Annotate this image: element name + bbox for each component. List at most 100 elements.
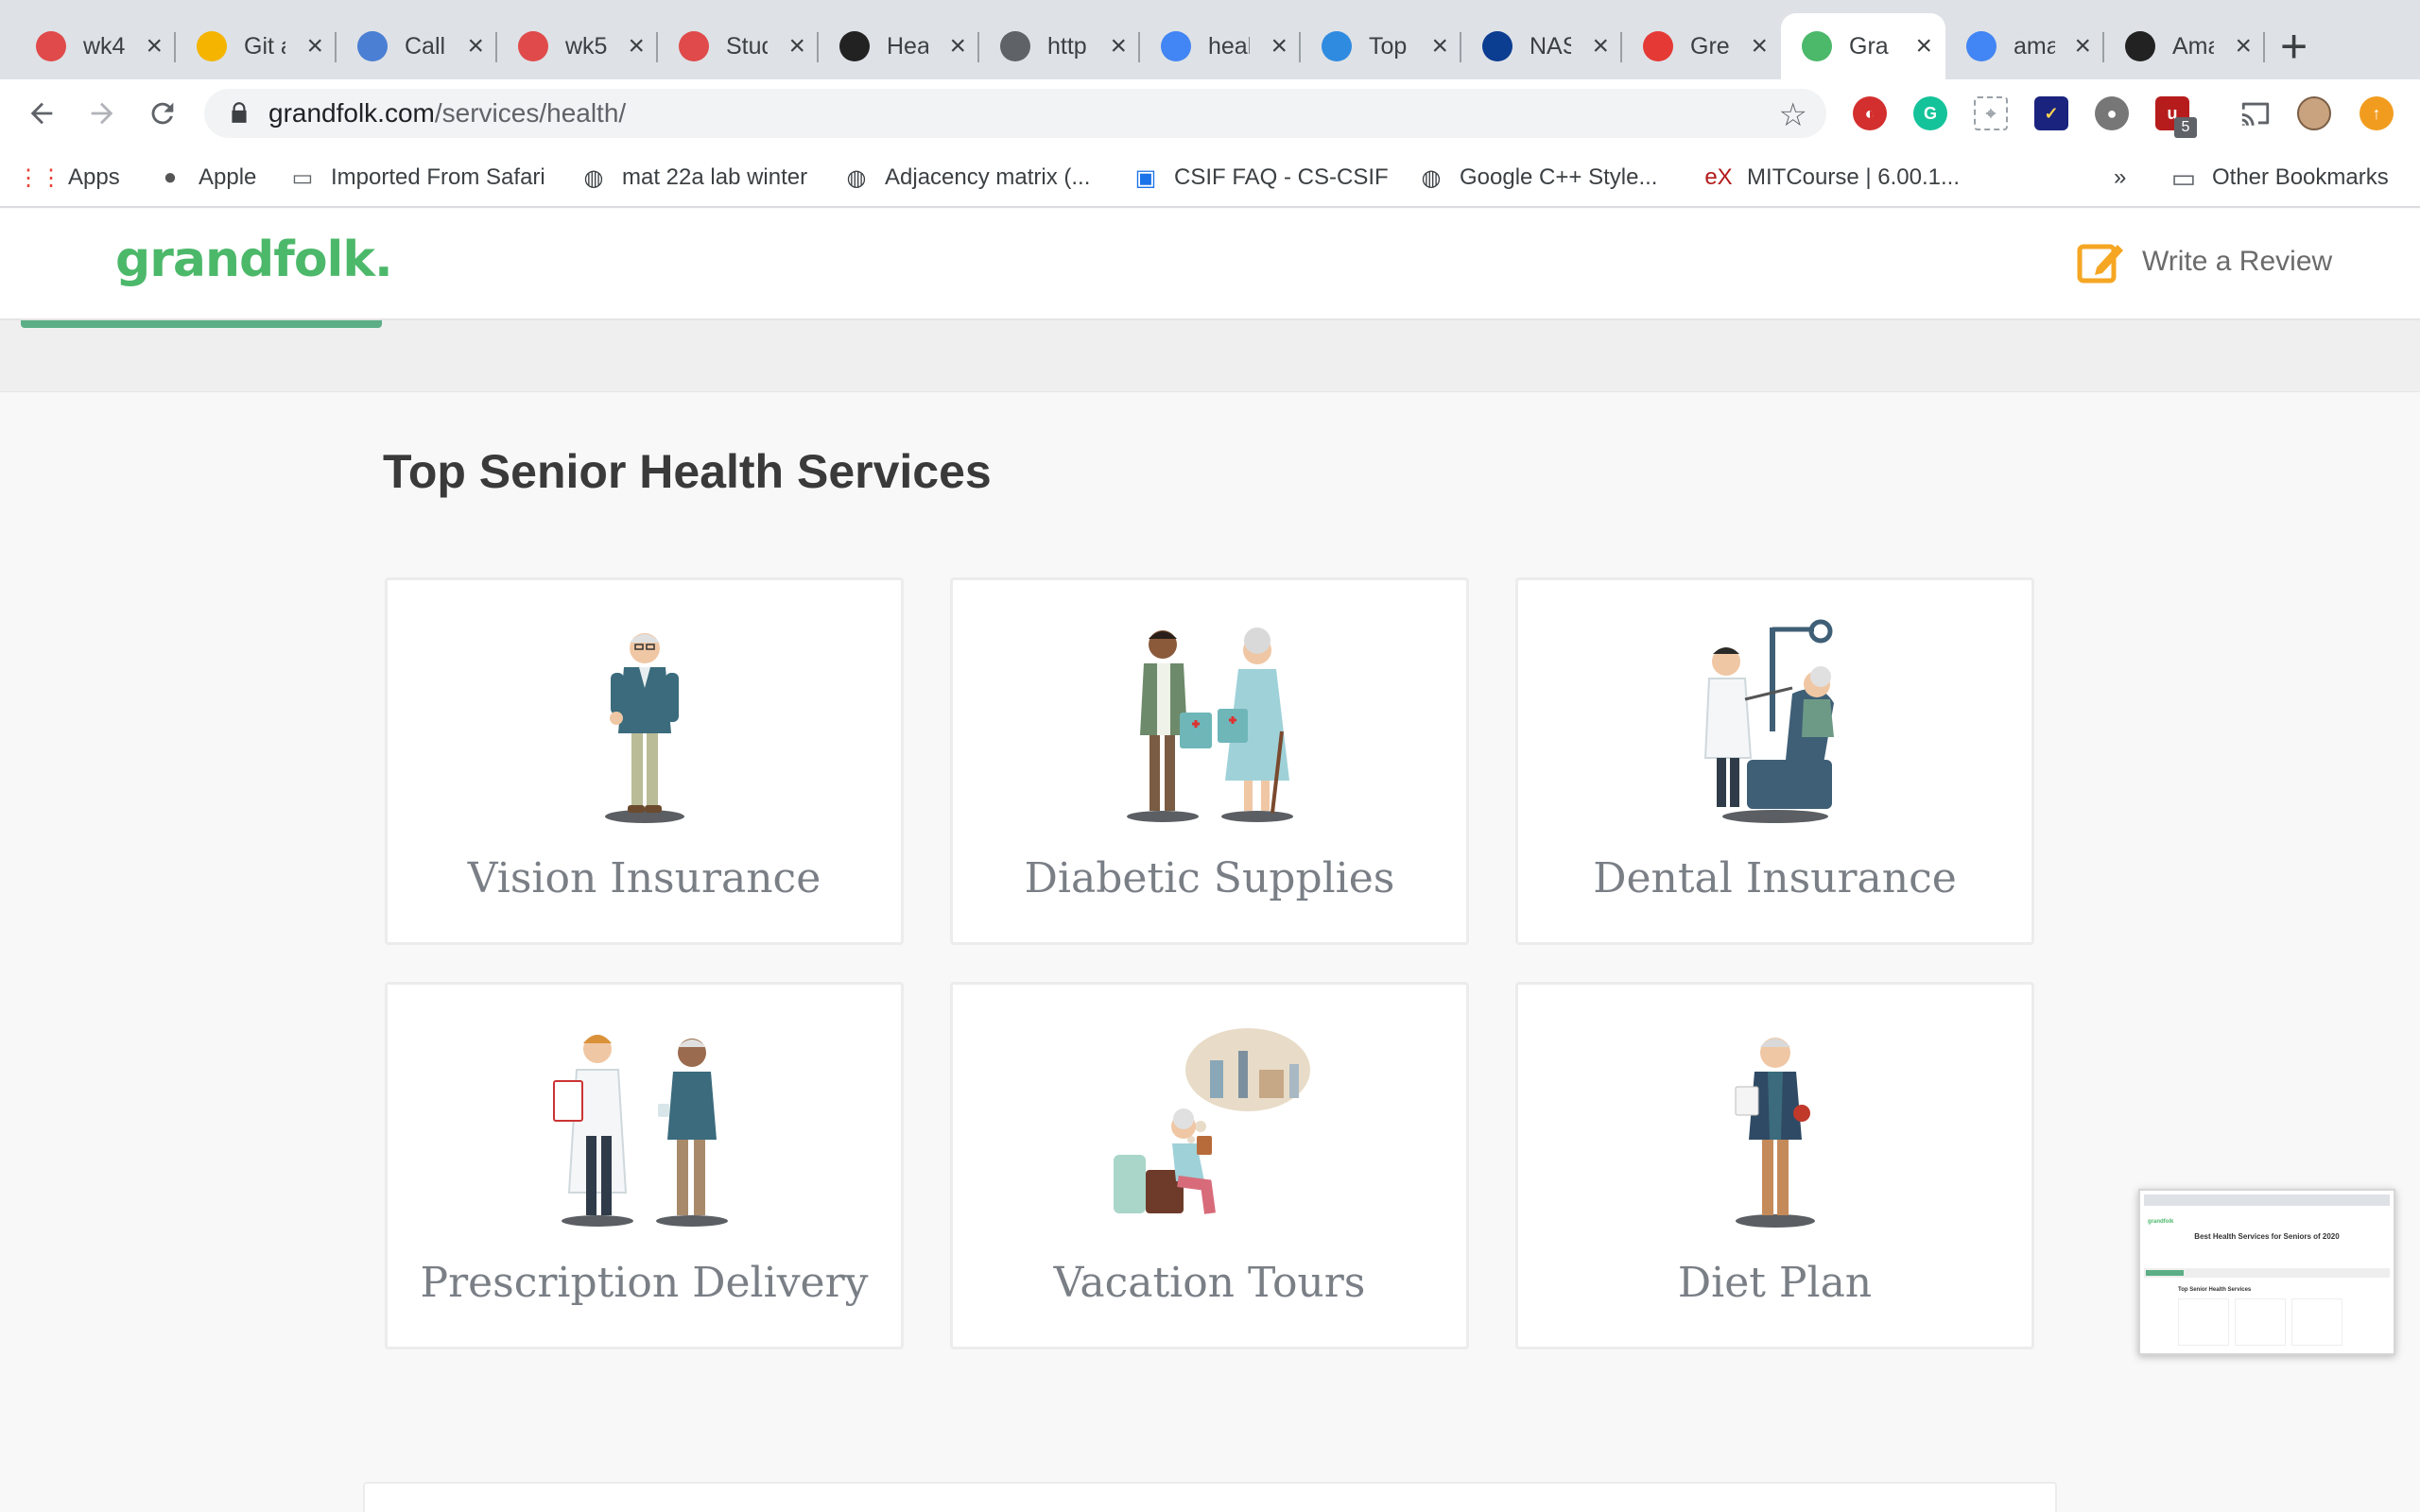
- screenshot-thumbnail[interactable]: grandfolk Best Health Services for Senio…: [2138, 1189, 2395, 1355]
- tab-title: Gre: [1690, 32, 1730, 60]
- bookmark-item[interactable]: ▭ Imported From Safari: [289, 147, 545, 208]
- browser-tab[interactable]: heal ×: [1140, 13, 1301, 79]
- write-review-button[interactable]: Write a Review: [2076, 237, 2332, 286]
- tab-title: wk4: [83, 32, 125, 60]
- chart-icon: [1322, 31, 1352, 61]
- forward-button[interactable]: [81, 93, 123, 134]
- bookmark-star-icon[interactable]: ☆: [1779, 96, 1807, 134]
- tab-strip: wk4×Git a×Call×wk5×Stud×Hea×http×heal×To…: [0, 0, 2420, 79]
- browser-tab[interactable]: Stud ×: [658, 13, 819, 79]
- close-tab-icon[interactable]: ×: [1270, 32, 1288, 60]
- browser-tab[interactable]: wk4 ×: [15, 13, 176, 79]
- tab-title: wk5: [565, 32, 607, 60]
- bookmark-label: Imported From Safari: [331, 164, 545, 190]
- apple-icon: ●: [163, 164, 178, 190]
- bookmark-label: Apps: [68, 164, 120, 190]
- browser-tab[interactable]: Top ×: [1301, 13, 1461, 79]
- edx-icon: eX: [1704, 164, 1733, 190]
- close-tab-icon[interactable]: ×: [146, 32, 163, 60]
- bookmark-item[interactable]: ◍ Adjacency matrix (...: [843, 147, 1091, 208]
- browser-tab[interactable]: Ama ×: [2104, 13, 2265, 79]
- browser-tab[interactable]: Gre ×: [1622, 13, 1781, 79]
- service-card[interactable]: Diet Plan: [1515, 982, 2034, 1349]
- browser-tab[interactable]: Call ×: [337, 13, 497, 79]
- close-tab-icon[interactable]: ×: [1431, 32, 1448, 60]
- back-button[interactable]: [21, 93, 62, 134]
- browser-tab[interactable]: wk5 ×: [497, 13, 658, 79]
- service-illustration: [388, 618, 901, 826]
- trend-micro-extension-icon[interactable]: ◐: [1853, 96, 1887, 130]
- bookmark-label: CSIF FAQ - CS-CSIF: [1174, 164, 1389, 190]
- folder-icon: ▭: [291, 164, 314, 191]
- bookmark-item[interactable]: ▣ CSIF FAQ - CS-CSIF: [1132, 147, 1389, 208]
- close-tab-icon[interactable]: ×: [2235, 32, 2252, 60]
- service-card[interactable]: Vision Insurance: [385, 577, 904, 945]
- service-card[interactable]: Dental Insurance: [1515, 577, 2034, 945]
- close-tab-icon[interactable]: ×: [1915, 32, 1932, 60]
- close-tab-icon[interactable]: ×: [628, 32, 645, 60]
- google-icon: [1966, 31, 1996, 61]
- url-text: grandfolk.com/services/health/: [268, 98, 627, 128]
- service-card[interactable]: Prescription Delivery: [385, 982, 904, 1349]
- grandfolk-logo[interactable]: grandfolk.: [115, 232, 393, 288]
- browser-tab[interactable]: http ×: [979, 13, 1140, 79]
- browser-tab[interactable]: Git a ×: [176, 13, 337, 79]
- profile-avatar[interactable]: [2297, 96, 2331, 130]
- honey-extension-icon[interactable]: ✓: [2034, 96, 2068, 130]
- more-bookmarks-button[interactable]: »: [2114, 147, 2126, 208]
- slides-icon: [197, 31, 227, 61]
- screenshot-extension-icon[interactable]: ⌖: [1974, 96, 2008, 130]
- next-section-card: [363, 1482, 2057, 1512]
- browser-tab[interactable]: Hea ×: [819, 13, 979, 79]
- tab-title: heal: [1208, 32, 1250, 60]
- close-tab-icon[interactable]: ×: [306, 32, 323, 60]
- browser-tab[interactable]: Gra ×: [1781, 13, 1945, 79]
- circle-extension-icon[interactable]: ●: [2095, 96, 2129, 130]
- lock-icon: [232, 102, 247, 123]
- tab-title: NAS: [1530, 32, 1571, 60]
- service-illustration: [388, 1022, 901, 1230]
- bookmark-item[interactable]: ◍ Google C++ Style...: [1418, 147, 1658, 208]
- service-card[interactable]: Vacation Tours: [950, 982, 1469, 1349]
- close-tab-icon[interactable]: ×: [949, 32, 966, 60]
- bookmark-item[interactable]: ● Apple: [157, 147, 257, 208]
- close-tab-icon[interactable]: ×: [467, 32, 484, 60]
- category-tabs: [0, 320, 2420, 392]
- page-icon: ▣: [1134, 164, 1157, 191]
- thumbnail-subtitle: Top Senior Health Services: [2178, 1287, 2252, 1293]
- other-bookmarks-folder[interactable]: ▭ Other Bookmarks: [2170, 147, 2389, 208]
- service-label: Diabetic Supplies: [1024, 854, 1395, 902]
- service-illustration: [1518, 1022, 2031, 1230]
- app-icon: [357, 31, 388, 61]
- grammarly-extension-icon[interactable]: G: [1913, 96, 1947, 130]
- grandfolk-icon: [1802, 31, 1832, 61]
- close-tab-icon[interactable]: ×: [2074, 32, 2091, 60]
- reload-button[interactable]: [142, 93, 183, 134]
- bookmark-item[interactable]: ⋮⋮ Apps: [17, 147, 120, 208]
- amazon-icon: [2125, 31, 2155, 61]
- tab-title: Gra: [1849, 32, 1889, 60]
- qr-icon: [839, 31, 870, 61]
- new-tab-button[interactable]: +: [2280, 23, 2308, 70]
- browser-tab[interactable]: NAS ×: [1461, 13, 1622, 79]
- service-illustration: [953, 1022, 1466, 1230]
- close-tab-icon[interactable]: ×: [1110, 32, 1127, 60]
- tab-title: Ama: [2172, 32, 2214, 60]
- close-tab-icon[interactable]: ×: [788, 32, 805, 60]
- update-icon[interactable]: ↑: [2360, 96, 2394, 130]
- globe-icon: [1000, 31, 1030, 61]
- active-category-indicator: [21, 320, 382, 328]
- address-bar[interactable]: grandfolk.com/services/health/ ☆: [204, 89, 1826, 138]
- browser-tab[interactable]: ama ×: [1945, 13, 2104, 79]
- close-tab-icon[interactable]: ×: [1592, 32, 1609, 60]
- close-tab-icon[interactable]: ×: [1751, 32, 1768, 60]
- bookmark-label: MITCourse | 6.00.1...: [1747, 164, 1960, 190]
- tab-separator: [2263, 32, 2265, 62]
- bookmark-item[interactable]: eX MITCourse | 6.00.1...: [1704, 147, 1960, 208]
- cast-icon[interactable]: [2238, 96, 2273, 130]
- bookmarks-bar: ⋮⋮ Apps ● Apple ▭ Imported From Safari ◍ mat 22…: [0, 147, 2420, 208]
- bookmark-item[interactable]: ◍ mat 22a lab winter: [580, 147, 808, 208]
- bookmark-label: mat 22a lab winter: [622, 164, 808, 190]
- tab-title: Top: [1369, 32, 1408, 60]
- service-card[interactable]: Diabetic Supplies: [950, 577, 1469, 945]
